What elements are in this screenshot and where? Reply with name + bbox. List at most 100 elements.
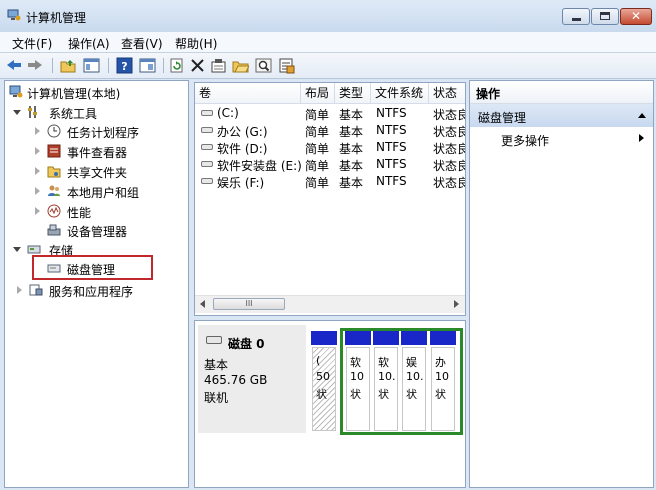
svg-text:?: ? (121, 60, 127, 73)
partition-body: 软 10 状 (346, 347, 370, 431)
actions-section-disk-management[interactable]: 磁盘管理 (470, 104, 653, 127)
tree-label-root: 计算机管理(本地) (27, 87, 121, 101)
users-icon (47, 184, 61, 198)
tree-label-performance: 性能 (67, 206, 92, 220)
maximize-button[interactable] (591, 8, 619, 25)
partition-c[interactable]: ( 50 状 (311, 331, 337, 432)
partition-label: 娱 (406, 356, 417, 369)
volume-filesystem: NTFS (376, 140, 407, 154)
partition-label: 软 (378, 356, 389, 369)
table-row[interactable]: 软件 (D:) 简单 基本 NTFS 状态良 (195, 139, 465, 156)
close-button[interactable]: ✕ (620, 8, 652, 25)
storage-icon (27, 242, 41, 256)
volume-name: 娱乐 (F:) (217, 176, 265, 190)
volume-filesystem: NTFS (376, 106, 407, 120)
table-row[interactable]: (C:) 简单 基本 NTFS 状态良 (195, 105, 465, 122)
forward-arrow-icon[interactable] (27, 57, 44, 74)
device-manager-icon (47, 223, 61, 237)
title-bar[interactable]: 计算机管理 ✕ (0, 0, 656, 32)
menu-view[interactable]: 查看(V) (121, 35, 163, 52)
column-header-layout[interactable]: 布局 (301, 83, 335, 103)
partition-size: 10 (350, 370, 364, 383)
search-icon[interactable] (255, 57, 272, 74)
refresh-icon[interactable] (168, 57, 185, 74)
volume-layout: 简单 (305, 142, 330, 156)
help-icon[interactable]: ? (116, 57, 133, 74)
computer-management-icon (9, 85, 23, 99)
scroll-right-icon[interactable] (454, 300, 459, 308)
show-hide-tree-icon[interactable] (83, 57, 100, 74)
toolbar: ? (0, 53, 656, 79)
collapse-arrow-icon[interactable] (13, 247, 21, 252)
partition-size: 10. (378, 370, 396, 383)
properties-icon[interactable] (210, 57, 227, 74)
partition-g[interactable]: 办 10 状 (430, 331, 456, 432)
expand-arrow-icon[interactable] (35, 187, 40, 195)
scrollbar-thumb[interactable]: III (213, 298, 285, 310)
table-row[interactable]: 娱乐 (F:) 简单 基本 NTFS 状态良 (195, 173, 465, 190)
column-header-filesystem[interactable]: 文件系统 (371, 83, 429, 103)
more-actions-item[interactable]: 更多操作 (501, 132, 549, 149)
minimize-icon (572, 18, 581, 21)
volume-status: 状态良 (433, 125, 466, 139)
tree-label-system-tools: 系统工具 (49, 107, 98, 121)
submenu-arrow-icon (639, 134, 644, 142)
maximize-icon (600, 12, 610, 20)
tools-icon (27, 105, 41, 119)
actions-pane: 操作 磁盘管理 更多操作 (469, 80, 654, 488)
expand-arrow-icon[interactable] (35, 207, 40, 215)
volume-type: 基本 (339, 159, 364, 173)
table-row[interactable]: 办公 (G:) 简单 基本 NTFS 状态良 (195, 122, 465, 139)
toolbar-separator (163, 58, 164, 73)
partition-body: 软 10. 状 (374, 347, 398, 431)
partition-label: ( (316, 354, 321, 367)
close-icon: ✕ (630, 9, 642, 23)
expand-arrow-icon[interactable] (35, 147, 40, 155)
expand-arrow-icon[interactable] (35, 127, 40, 135)
expand-arrow-icon[interactable] (17, 286, 22, 294)
partition-bar (311, 331, 337, 345)
back-arrow-icon[interactable] (6, 57, 23, 74)
partition-bar (345, 331, 371, 345)
partition-e[interactable]: 软 10. 状 (373, 331, 399, 432)
volume-status: 状态良 (433, 176, 466, 190)
event-viewer-icon (47, 144, 61, 158)
disk-icon (206, 336, 222, 344)
partition-bar (373, 331, 399, 345)
menu-action[interactable]: 操作(A) (68, 35, 110, 52)
partition-size: 50 (316, 370, 330, 383)
menu-help[interactable]: 帮助(H) (175, 35, 217, 52)
column-header-volume[interactable]: 卷 (195, 83, 301, 103)
performance-icon (47, 204, 61, 218)
expand-arrow-icon[interactable] (35, 167, 40, 175)
column-header-type[interactable]: 类型 (335, 83, 371, 103)
tree-label-device-manager: 设备管理器 (67, 225, 128, 239)
drive-icon (201, 178, 213, 184)
partition-f[interactable]: 娱 10. 状 (401, 331, 427, 432)
menu-file[interactable]: 文件(F) (12, 35, 52, 52)
folder-up-icon[interactable] (60, 57, 77, 74)
volume-type: 基本 (339, 125, 364, 139)
collapse-up-icon[interactable] (638, 113, 646, 118)
partition-d[interactable]: 软 10 状 (345, 331, 371, 432)
partition-status: 状 (350, 388, 361, 401)
disk-info-panel[interactable]: 磁盘 0 基本 465.76 GB 联机 (198, 325, 306, 433)
horizontal-scrollbar[interactable]: III (195, 295, 465, 313)
collapse-arrow-icon[interactable] (13, 110, 21, 115)
column-header-status[interactable]: 状态 (429, 83, 465, 103)
disk-name: 磁盘 0 (228, 337, 265, 351)
export-icon[interactable] (278, 57, 295, 74)
scroll-left-icon[interactable] (200, 300, 205, 308)
table-row[interactable]: 软件安装盘 (E:) 简单 基本 NTFS 状态良 (195, 156, 465, 173)
delete-icon[interactable] (189, 57, 206, 74)
volume-status: 状态良 (433, 159, 466, 173)
open-icon[interactable] (232, 57, 250, 74)
partition-size: 10. (406, 370, 424, 383)
partition-body: 娱 10. 状 (402, 347, 426, 431)
minimize-button[interactable] (562, 8, 590, 25)
disk-size: 465.76 GB (204, 373, 268, 387)
partition-label: 办 (435, 356, 446, 369)
show-hide-action-icon[interactable] (139, 57, 156, 74)
actions-header: 操作 (470, 81, 653, 104)
volume-layout: 简单 (305, 159, 330, 173)
